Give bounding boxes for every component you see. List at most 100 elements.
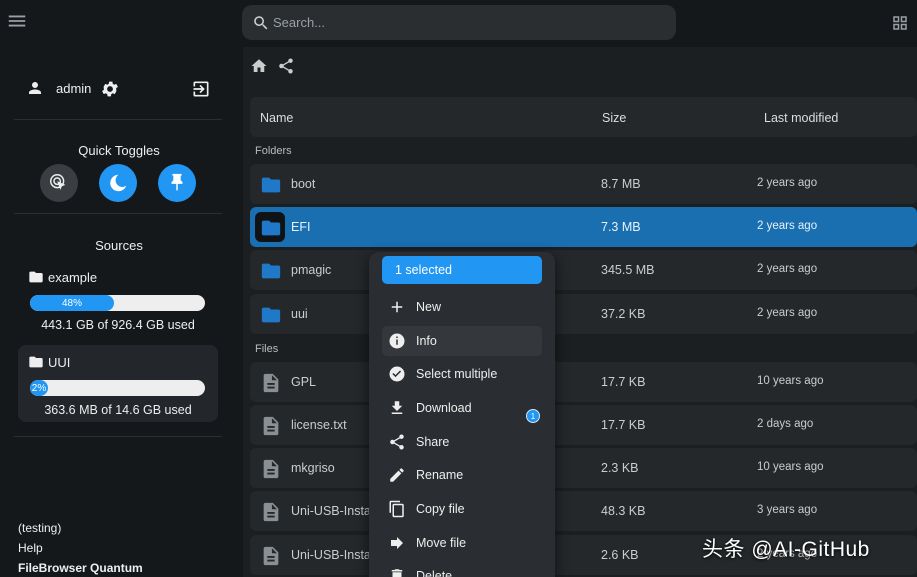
help-link[interactable]: Help <box>18 541 43 555</box>
row-size: 2.6 KB <box>601 548 639 562</box>
menu-item-delete[interactable]: Delete <box>382 561 542 577</box>
pencil-icon <box>388 466 406 484</box>
row-modified: 2 days ago <box>757 418 814 430</box>
app-name[interactable]: FileBrowser Quantum <box>18 561 143 575</box>
home-icon[interactable] <box>250 57 268 75</box>
row-name: mkgriso <box>291 461 335 475</box>
menu-item-rename[interactable]: Rename <box>382 460 542 490</box>
user-name: admin <box>56 80 92 96</box>
folder-icon <box>260 174 282 196</box>
files-section-label: Files <box>255 343 279 355</box>
file-row[interactable]: Uni-USB-Instal 48.3 KB 3 years ago <box>250 491 917 531</box>
divider <box>14 119 222 120</box>
search-bar[interactable] <box>242 5 676 40</box>
menu-item-download[interactable]: Download <box>382 393 542 423</box>
row-modified: 2 years ago <box>757 177 818 189</box>
row-name: Uni-USB-Instal <box>291 548 374 562</box>
breadcrumb <box>250 57 295 75</box>
usage-bar-fill: 48% <box>30 295 114 311</box>
row-name: pmagic <box>291 263 332 277</box>
search-icon <box>252 14 270 32</box>
folder-icon <box>28 269 44 285</box>
toggle-click-mode[interactable] <box>40 164 78 202</box>
testing-label: (testing) <box>18 521 62 535</box>
selected-count-badge: 1 selected <box>382 256 542 284</box>
row-name: license.txt <box>291 418 347 432</box>
download-count-badge: 1 <box>526 409 540 423</box>
row-name: boot <box>291 177 316 191</box>
row-size: 17.7 KB <box>601 375 646 389</box>
file-row[interactable]: mkgriso 2.3 KB 10 years ago <box>250 448 917 488</box>
info-icon <box>388 332 406 350</box>
check-circle-icon <box>388 365 406 383</box>
column-last-modified[interactable]: Last modified <box>764 111 838 125</box>
row-name: Uni-USB-Instal <box>291 504 374 518</box>
folder-row-selected[interactable]: EFI 7.3 MB 2 years ago <box>250 207 917 247</box>
folder-icon <box>28 354 44 370</box>
menu-item-copy-file[interactable]: Copy file <box>382 494 542 524</box>
toggle-dark-mode[interactable] <box>99 164 137 202</box>
row-name: GPL <box>291 375 317 389</box>
row-size: 2.3 KB <box>601 461 639 475</box>
arrow-right-icon <box>388 534 406 552</box>
sidebar: admin Quick Toggles Sources example 48% <box>0 48 238 577</box>
person-icon <box>26 79 44 97</box>
usage-bar: 2% <box>30 380 205 396</box>
usage-text: 363.6 MB of 14.6 GB used <box>44 403 192 417</box>
usage-bar-fill: 2% <box>30 380 48 396</box>
source-example[interactable]: example 48% 443.1 GB of 926.4 GB used <box>18 260 218 335</box>
source-uui[interactable]: UUI 2% 363.6 MB of 14.6 GB used <box>18 345 218 422</box>
row-size: 48.3 KB <box>601 504 646 518</box>
folder-row[interactable]: pmagic 345.5 MB 2 years ago <box>250 250 917 290</box>
share-icon <box>388 433 406 451</box>
share-icon[interactable] <box>277 57 295 75</box>
file-icon <box>260 372 282 394</box>
row-modified: 2 years ago <box>757 307 818 319</box>
row-size: 7.3 MB <box>601 220 641 234</box>
copy-icon <box>388 500 406 518</box>
gear-icon[interactable] <box>100 79 120 99</box>
file-row[interactable]: GPL 17.7 KB 10 years ago <box>250 362 917 402</box>
folder-row[interactable]: uui 37.2 KB 2 years ago <box>250 294 917 334</box>
watermark: 头条 @AI-GitHub <box>702 538 870 561</box>
logout-icon[interactable] <box>191 79 211 99</box>
row-modified: 2 years ago <box>757 220 818 232</box>
source-name: example <box>28 269 97 285</box>
menu-item-move-file[interactable]: Move file <box>382 528 542 558</box>
divider <box>14 213 222 214</box>
column-size[interactable]: Size <box>602 111 626 125</box>
toggle-sticky-sidebar[interactable] <box>158 164 196 202</box>
folder-row[interactable]: boot 8.7 MB 2 years ago <box>250 164 917 204</box>
row-size: 345.5 MB <box>601 263 655 277</box>
folder-icon <box>260 217 282 239</box>
file-icon <box>260 501 282 523</box>
file-row[interactable]: license.txt 17.7 KB 2 days ago <box>250 405 917 445</box>
download-icon <box>388 399 406 417</box>
column-name[interactable]: Name <box>260 111 293 125</box>
usage-text: 443.1 GB of 926.4 GB used <box>41 318 195 332</box>
menu-item-new[interactable]: New <box>382 292 542 322</box>
user-account[interactable]: admin <box>26 79 91 97</box>
file-icon <box>260 545 282 567</box>
row-size: 37.2 KB <box>601 307 646 321</box>
folders-section-label: Folders <box>255 145 292 157</box>
menu-item-share[interactable]: Share <box>382 427 542 457</box>
folder-icon <box>260 304 282 326</box>
row-modified: 3 years ago <box>757 504 818 516</box>
menu-icon[interactable] <box>6 10 28 32</box>
trash-icon <box>388 567 406 577</box>
menu-item-info[interactable]: Info <box>382 326 542 356</box>
grid-view-icon[interactable] <box>891 14 909 32</box>
quick-toggles-title: Quick Toggles <box>78 143 160 158</box>
table-header: Name Size Last modified <box>250 97 917 137</box>
search-input[interactable] <box>273 15 633 30</box>
moon-icon <box>107 172 129 194</box>
row-modified: 10 years ago <box>757 375 824 387</box>
usage-bar: 48% <box>30 295 205 311</box>
row-modified: 10 years ago <box>757 461 824 473</box>
menu-item-select-multiple[interactable]: Select multiple <box>382 359 542 389</box>
folder-icon <box>260 260 282 282</box>
row-size: 8.7 MB <box>601 177 641 191</box>
context-menu: 1 selected New Info Select multiple Down… <box>369 252 555 577</box>
row-size: 17.7 KB <box>601 418 646 432</box>
